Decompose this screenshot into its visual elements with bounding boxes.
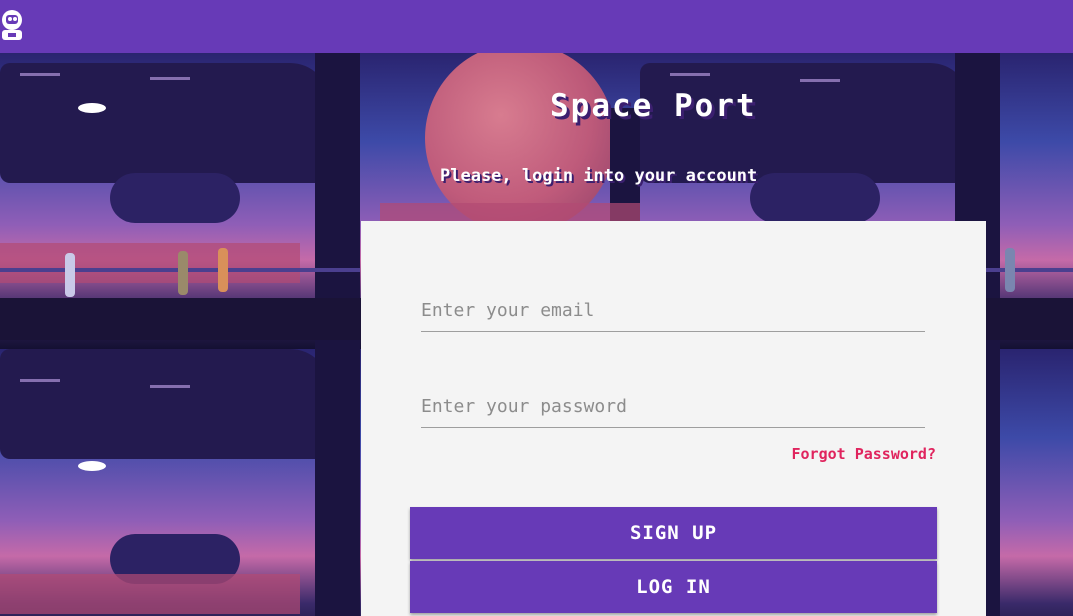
email-field[interactable] [421, 300, 925, 331]
password-field[interactable] [421, 396, 925, 427]
app-title: Space Port [550, 88, 757, 124]
forgot-password-link[interactable]: Forgot Password? [792, 445, 937, 463]
password-field-wrapper [421, 396, 925, 428]
robot-icon[interactable] [0, 8, 30, 44]
sign-up-button[interactable]: SIGN UP [410, 507, 937, 559]
top-app-bar [0, 0, 1073, 53]
email-field-wrapper [421, 300, 925, 332]
login-panel: Forgot Password? SIGN UP LOG IN [361, 221, 986, 616]
login-subtitle: Please, login into your account [440, 166, 758, 186]
log-in-button[interactable]: LOG IN [410, 561, 937, 613]
